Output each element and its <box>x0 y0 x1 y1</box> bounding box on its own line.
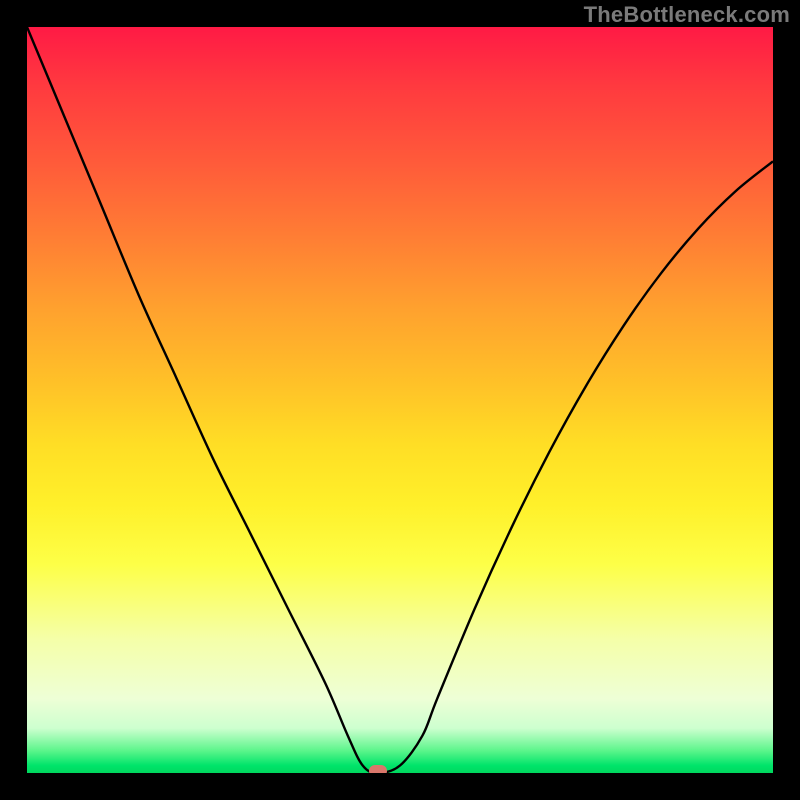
trough-marker <box>369 765 387 773</box>
chart-frame: TheBottleneck.com <box>0 0 800 800</box>
curve-line <box>27 27 773 773</box>
watermark-text: TheBottleneck.com <box>584 2 790 28</box>
bottleneck-curve <box>27 27 773 773</box>
plot-area <box>27 27 773 773</box>
